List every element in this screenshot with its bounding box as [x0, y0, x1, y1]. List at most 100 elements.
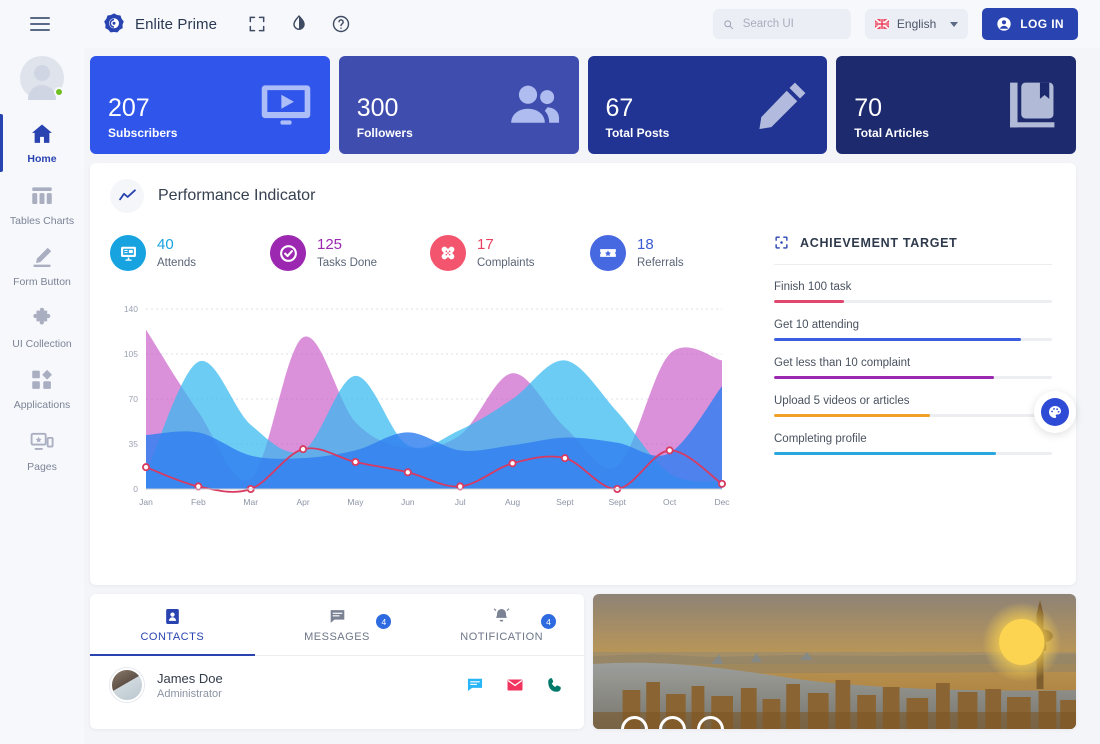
bandage-icon — [430, 235, 466, 271]
kpi-label: Attends — [157, 256, 196, 269]
city-image-card[interactable] — [593, 594, 1076, 729]
tab-messages[interactable]: MESSAGES 4 — [255, 594, 420, 655]
kpi-complaints[interactable]: 17 Complaints — [430, 235, 590, 271]
main-content: 207 Subscribers 300 Followers 67 Total P… — [84, 48, 1100, 744]
kpi-value: 17 — [477, 236, 494, 254]
avatar[interactable] — [20, 56, 64, 100]
carousel-dot[interactable] — [659, 716, 686, 729]
contact-name: James Doe — [157, 670, 223, 686]
stat-cards-row: 207 Subscribers 300 Followers 67 Total P… — [90, 56, 1076, 154]
message-icon — [330, 609, 344, 623]
chat-icon[interactable] — [466, 676, 484, 694]
progress-bar — [774, 452, 1052, 455]
user-circle-icon — [997, 17, 1011, 31]
tab-badge: 4 — [541, 614, 557, 629]
stat-card-subscribers[interactable]: 207 Subscribers — [90, 56, 330, 154]
search-icon — [724, 19, 733, 29]
progress-bar — [774, 414, 1052, 417]
contacts-card: CONTACTS MESSAGES 4 NOTIFICATION 4 James… — [90, 594, 584, 729]
sidebar-item-applications[interactable]: Applications — [0, 358, 84, 420]
login-button[interactable]: LOG IN — [982, 8, 1078, 40]
svg-text:May: May — [347, 497, 364, 507]
contact-role: Administrator — [157, 687, 222, 700]
achievement-item: Finish 100 task — [774, 281, 1052, 303]
pencil-icon — [759, 82, 806, 130]
performance-chart: 0 35 70 105 140 Jan Feb Mar Apr May Jun Jul Aug Sept S… — [110, 301, 730, 516]
kpi-row: 40 Attends 125 Tasks Done 17 Complaints … — [110, 235, 750, 271]
svg-text:Feb: Feb — [191, 497, 206, 507]
stat-card-followers[interactable]: 300 Followers — [338, 56, 579, 154]
tab-notification[interactable]: NOTIFICATION 4 — [419, 594, 584, 655]
top-bar: Enlite Prime Search UI English LOG IN — [0, 0, 1100, 48]
achievement-label: Completing profile — [774, 433, 867, 445]
search-box[interactable] — [712, 9, 851, 39]
progress-fill — [774, 300, 844, 303]
mail-icon[interactable] — [506, 676, 524, 694]
tab-label: MESSAGES — [304, 630, 370, 643]
hamburger-icon[interactable] — [30, 17, 50, 31]
brand[interactable]: Enlite Prime — [102, 12, 217, 36]
language-selector[interactable]: English — [864, 9, 969, 39]
area-chart-svg: 0 35 70 105 140 Jan Feb Mar Apr May Jun Jul Aug Sept S… — [124, 304, 730, 507]
sun-icon — [999, 619, 1045, 665]
brand-logo-icon — [104, 13, 124, 33]
carousel-dot[interactable] — [697, 716, 724, 729]
tab-label: NOTIFICATION — [460, 630, 544, 643]
check-circle-icon — [270, 235, 306, 271]
sidebar-item-label: Applications — [13, 399, 71, 412]
kpi-value: 125 — [317, 236, 343, 254]
achievement-target-section: ACHIEVEMENT TARGET Finish 100 task Get 10… — [750, 235, 1056, 516]
puzzle-icon — [33, 307, 51, 325]
people-icon — [510, 85, 559, 123]
avatar — [110, 668, 144, 702]
achievement-label: Get 10 attending — [774, 319, 860, 331]
sidebar-item-home[interactable]: Home — [0, 112, 84, 174]
ticket-star-icon — [590, 235, 626, 271]
bottom-row: CONTACTS MESSAGES 4 NOTIFICATION 4 James… — [90, 594, 1076, 729]
avatar-body — [28, 85, 56, 100]
svg-text:Jul: Jul — [455, 497, 466, 507]
kpi-referrals[interactable]: 18 Referrals — [590, 235, 750, 271]
kpi-tasks-done[interactable]: 125 Tasks Done — [270, 235, 430, 271]
achievement-label: Get less than 10 complaint — [774, 357, 911, 369]
performance-header: Performance Indicator — [110, 179, 1056, 213]
stat-card-total-posts[interactable]: 67 Total Posts — [587, 56, 828, 154]
carousel-dots[interactable] — [621, 716, 724, 729]
phone-icon[interactable] — [546, 676, 564, 694]
chevron-down-icon — [950, 21, 959, 27]
sidebar-item-label: Form Button — [13, 276, 71, 289]
carousel-dot[interactable] — [621, 716, 648, 729]
monitor-play-icon — [261, 85, 311, 125]
sidebar-item-tables-charts[interactable]: Tables Charts — [0, 174, 84, 236]
avatar-head — [34, 65, 50, 81]
online-status-dot — [54, 87, 64, 97]
login-label: LOG IN — [1020, 17, 1064, 31]
progress-bar — [774, 376, 1052, 379]
svg-text:Mar: Mar — [243, 497, 258, 507]
target-focus-icon — [775, 236, 788, 249]
sidebar-item-pages[interactable]: Pages — [0, 420, 84, 482]
svg-text:Sept: Sept — [609, 497, 627, 507]
help-circle-icon[interactable] — [331, 14, 351, 34]
progress-bar — [774, 300, 1052, 303]
sidebar-item-ui-collection[interactable]: UI Collection — [0, 297, 84, 359]
achievement-label: Upload 5 videos or articles — [774, 395, 910, 407]
progress-fill — [774, 376, 994, 379]
search-input[interactable] — [742, 18, 841, 30]
kpi-attends[interactable]: 40 Attends — [110, 235, 270, 271]
contrast-icon[interactable] — [289, 14, 309, 34]
svg-text:140: 140 — [124, 304, 138, 314]
list-item[interactable]: James Doe Administrator — [90, 656, 584, 714]
kpi-label: Referrals — [637, 256, 684, 269]
contact-card-icon — [165, 608, 179, 624]
tab-contacts[interactable]: CONTACTS — [90, 594, 255, 656]
theme-palette-button[interactable] — [1034, 391, 1076, 433]
home-icon — [32, 124, 52, 143]
contact-info: James Doe Administrator — [157, 671, 223, 700]
svg-text:Jan: Jan — [139, 497, 153, 507]
apps-grid-icon — [32, 370, 52, 390]
stat-card-total-articles[interactable]: 70 Total Articles — [836, 56, 1076, 154]
fullscreen-icon[interactable] — [247, 14, 267, 34]
sidebar-item-form-button[interactable]: Form Button — [0, 235, 84, 297]
kpi-label: Tasks Done — [317, 256, 378, 269]
